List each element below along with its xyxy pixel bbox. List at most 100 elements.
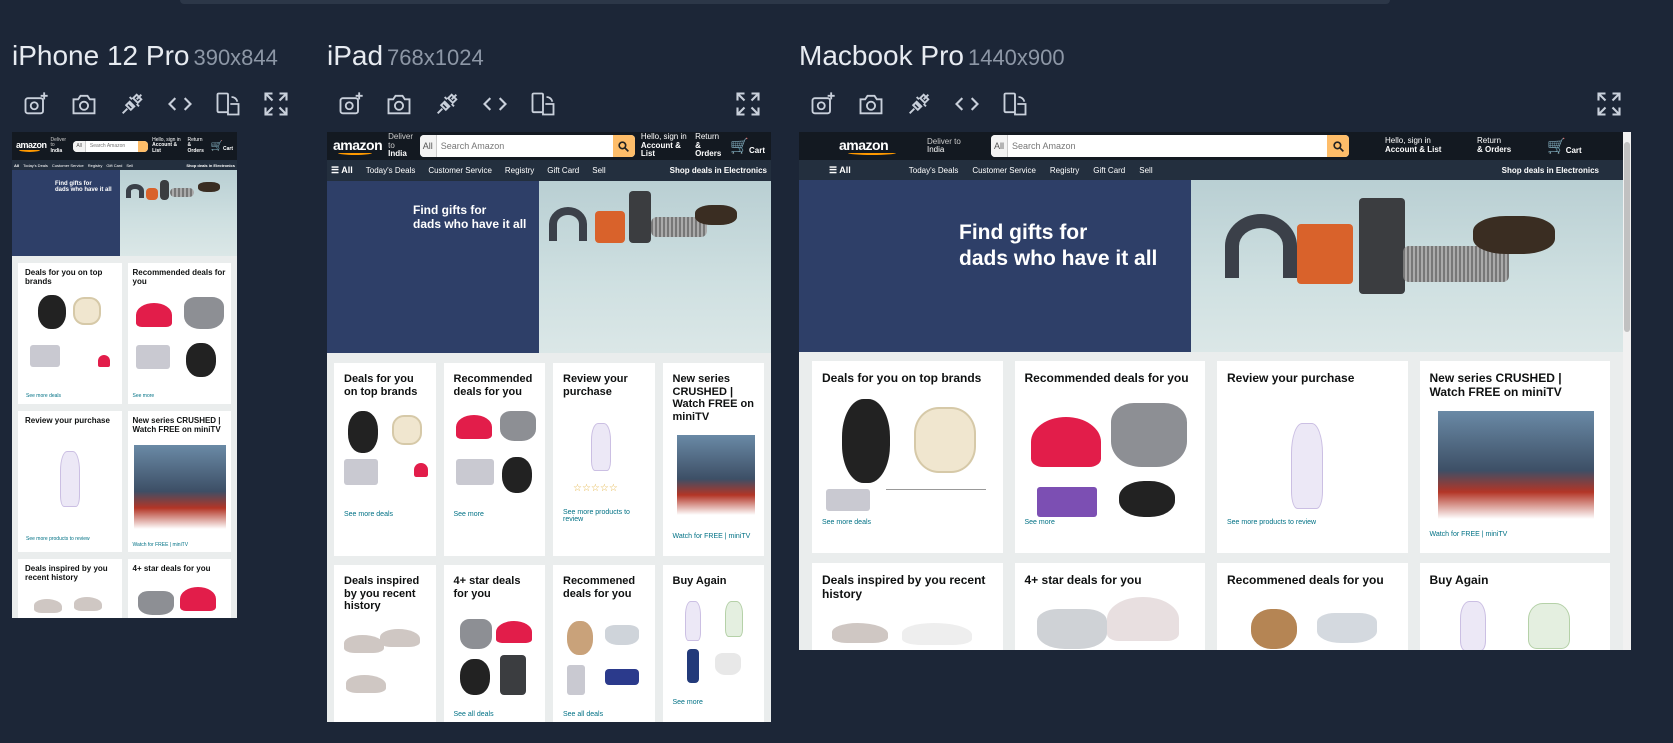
amazon-logo[interactable]: amazon	[16, 140, 47, 152]
nav-electronics[interactable]: Shop deals in Electronics	[670, 166, 767, 175]
nav-item[interactable]: Customer Service	[972, 166, 1036, 175]
card-buy-again[interactable]: Buy Again See more	[662, 565, 764, 722]
card-link[interactable]: See all deals	[563, 711, 603, 718]
search-bar[interactable]: All Search Amazon	[419, 135, 635, 157]
nav-item[interactable]: Customer Service	[52, 163, 84, 168]
card-deals-top-brands[interactable]: Deals for you on top brands See more dea…	[812, 361, 1003, 553]
deliver-to[interactable]: Deliver to India	[927, 137, 991, 155]
amazon-logo[interactable]: amazon	[333, 137, 383, 155]
returns-orders[interactable]: Return & Orders	[1477, 136, 1547, 155]
nav-item[interactable]: Gift Card	[1093, 166, 1125, 175]
plug-icon[interactable]	[108, 88, 156, 120]
card-link[interactable]: Watch for FREE | miniTV	[673, 533, 751, 540]
card-deals-inspired[interactable]: Deals inspired by you recent history	[812, 563, 1003, 650]
search-category[interactable]: All	[991, 135, 1009, 157]
search-button[interactable]	[612, 135, 635, 157]
card-minitv[interactable]: New series CRUSHED | Watch FREE on miniT…	[127, 411, 231, 552]
nav-item[interactable]: Registry	[1050, 166, 1079, 175]
nav-item[interactable]: Gift Card	[106, 163, 122, 168]
nav-item[interactable]: Today's Deals	[23, 163, 48, 168]
card-deals-inspired[interactable]: Deals inspired by you recent history	[334, 565, 436, 722]
scrollbar-thumb[interactable]	[1624, 142, 1630, 332]
card-link[interactable]: See more	[454, 511, 484, 518]
nav-all[interactable]: ☰ All	[331, 165, 353, 176]
card-link[interactable]: See more deals	[26, 393, 61, 399]
hero-banner[interactable]: Find gifts for dads who have it all	[799, 180, 1623, 352]
nav-item[interactable]: Today's Deals	[366, 166, 416, 175]
nav-item[interactable]: Sell	[126, 163, 133, 168]
card-link[interactable]: See more deals	[822, 519, 871, 526]
returns-orders[interactable]: Return & Orders	[187, 137, 206, 155]
nav-electronics[interactable]: Shop deals in Electronics	[186, 163, 235, 168]
returns-orders[interactable]: Return & Orders	[695, 132, 724, 159]
rotate-icon[interactable]	[204, 88, 252, 120]
nav-item[interactable]: Today's Deals	[909, 166, 959, 175]
card-link[interactable]: Watch for FREE | miniTV	[1430, 531, 1508, 538]
cart-button[interactable]: 🛒 Cart	[211, 141, 233, 152]
card-4-star[interactable]: 4+ star deals for you	[1014, 563, 1205, 650]
code-icon[interactable]	[943, 88, 991, 120]
camera-icon[interactable]	[375, 88, 423, 120]
card-link[interactable]: See more products to review	[26, 536, 90, 542]
plug-icon[interactable]	[423, 88, 471, 120]
card-4-star[interactable]: 4+ star deals for you	[127, 559, 231, 618]
card-deals-inspired[interactable]: Deals inspired by you recent history	[18, 559, 122, 618]
card-review-purchase[interactable]: Review your purchase See more products t…	[18, 411, 122, 552]
nav-item[interactable]: Sell	[1139, 166, 1152, 175]
card-link[interactable]: See more products to review	[1227, 519, 1316, 526]
search-input[interactable]: Search Amazon	[86, 141, 138, 152]
account-menu[interactable]: Hello, sign in Account & List	[641, 132, 689, 159]
add-photo-icon[interactable]	[799, 88, 847, 120]
rotate-icon[interactable]	[991, 88, 1039, 120]
rotate-icon[interactable]	[519, 88, 567, 120]
search-bar[interactable]: All Search Amazon	[73, 140, 149, 152]
card-link[interactable]: See more products to review	[563, 509, 645, 523]
fullscreen-icon[interactable]	[724, 88, 772, 120]
nav-item[interactable]: Gift Card	[547, 166, 579, 175]
card-recommended-2[interactable]: Recommened deals for you	[1217, 563, 1408, 650]
add-photo-icon[interactable]	[327, 88, 375, 120]
card-link[interactable]: Watch for FREE | miniTV	[133, 542, 189, 548]
card-link[interactable]: See more	[133, 393, 155, 399]
hero-banner[interactable]: Find gifts for dads who have it all	[327, 181, 771, 353]
scrollbar[interactable]	[1623, 132, 1631, 650]
cart-button[interactable]: 🛒 Cart	[1547, 137, 1582, 155]
nav-all[interactable]: All	[14, 163, 19, 168]
card-review-purchase[interactable]: Review your purchase See more products t…	[1217, 361, 1408, 553]
search-button[interactable]	[138, 140, 149, 152]
fullscreen-icon[interactable]	[1585, 88, 1633, 120]
card-link[interactable]: See more	[1025, 519, 1055, 526]
ipad-viewport[interactable]: amazon Deliver to India All Search Amazon…	[327, 132, 771, 722]
card-deals-top-brands[interactable]: Deals for you on top brands See more dea…	[334, 363, 436, 556]
search-button[interactable]	[1327, 135, 1349, 157]
camera-icon[interactable]	[847, 88, 895, 120]
amazon-logo[interactable]: amazon	[839, 137, 927, 155]
nav-electronics[interactable]: Shop deals in Electronics	[1502, 166, 1599, 175]
card-minitv[interactable]: New series CRUSHED | Watch FREE on miniT…	[662, 363, 764, 556]
nav-item[interactable]: Sell	[592, 166, 605, 175]
search-input[interactable]: Search Amazon	[1008, 135, 1327, 157]
card-recommended[interactable]: Recommended deals for you See more	[127, 263, 231, 404]
account-menu[interactable]: Hello, sign in Account & List	[152, 137, 183, 155]
nav-item[interactable]: Customer Service	[428, 166, 492, 175]
card-link[interactable]: See all deals	[454, 711, 494, 718]
card-link[interactable]: See more	[673, 699, 703, 706]
plug-icon[interactable]	[895, 88, 943, 120]
cart-button[interactable]: 🛒 Cart	[730, 137, 765, 155]
search-category[interactable]: All	[73, 140, 86, 152]
nav-item[interactable]: Registry	[505, 166, 534, 175]
search-category[interactable]: All	[419, 135, 437, 157]
card-4-star[interactable]: 4+ star deals for you See all deals	[443, 565, 545, 722]
search-bar[interactable]: All Search Amazon	[991, 135, 1349, 157]
code-icon[interactable]	[471, 88, 519, 120]
card-minitv[interactable]: New series CRUSHED | Watch FREE on miniT…	[1419, 361, 1610, 553]
card-review-purchase[interactable]: Review your purchase ☆☆☆☆☆ See more prod…	[553, 363, 655, 556]
add-photo-icon[interactable]	[12, 88, 60, 120]
card-recommended[interactable]: Recommended deals for you See more	[1014, 361, 1205, 553]
deliver-to[interactable]: Deliver to India	[51, 137, 70, 154]
camera-icon[interactable]	[60, 88, 108, 120]
iphone-viewport[interactable]: amazon Deliver to India All Search Amazon…	[12, 132, 237, 618]
account-menu[interactable]: Hello, sign in Account & List	[1385, 136, 1477, 155]
card-recommended-2[interactable]: Recommened deals for you See all deals	[553, 565, 655, 722]
card-deals-top-brands[interactable]: Deals for you on top brands See more dea…	[18, 263, 122, 404]
